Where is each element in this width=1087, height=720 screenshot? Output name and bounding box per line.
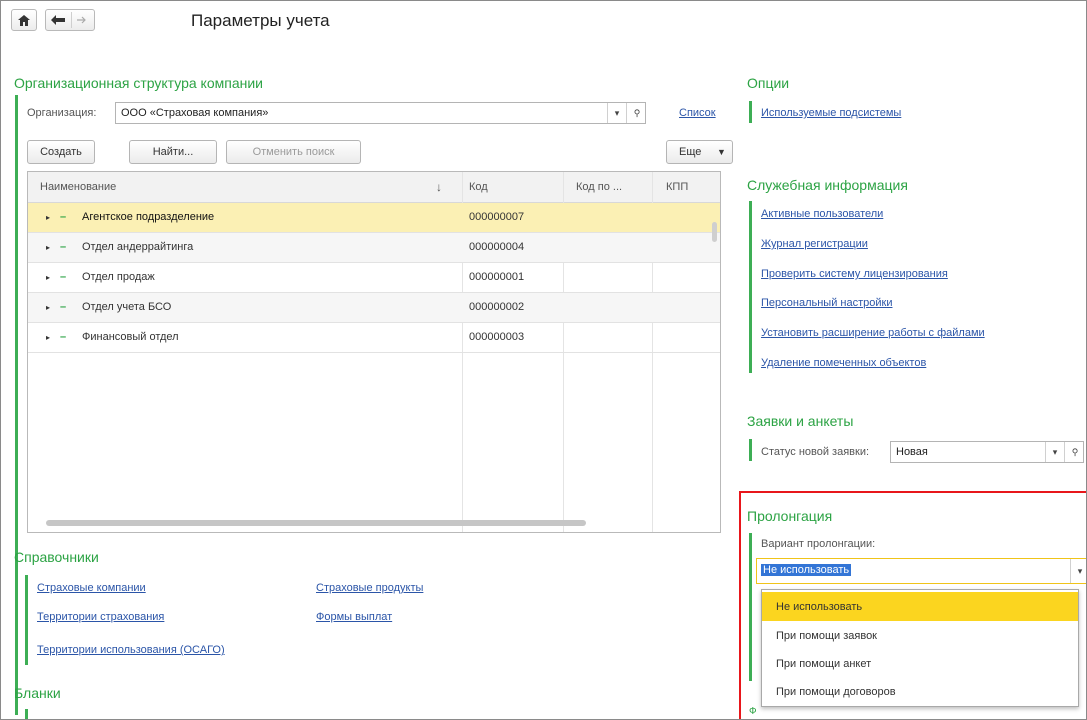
link-check-licensing[interactable]: Проверить систему лицензирования xyxy=(761,268,948,280)
link-insurance-products[interactable]: Страховые продукты xyxy=(316,582,423,594)
arrow-right-icon xyxy=(77,16,86,24)
section-bar xyxy=(15,95,18,715)
item-marker-icon: – xyxy=(60,301,67,313)
list-link[interactable]: Список xyxy=(679,107,716,119)
link-payment-forms[interactable]: Формы выплат xyxy=(316,611,392,623)
link-insurance-companies[interactable]: Страховые компании xyxy=(37,582,146,594)
variant-label: Вариант пролонгации: xyxy=(761,538,876,550)
service-info-heading: Служебная информация xyxy=(747,177,908,193)
home-icon xyxy=(18,15,30,26)
link-file-extension[interactable]: Установить расширение работы с файлами xyxy=(761,327,985,339)
link-icon[interactable]: ⚲ xyxy=(626,103,647,123)
partial-heading: Ф xyxy=(749,706,757,717)
column-header-code-by[interactable]: Код по ... xyxy=(576,181,622,193)
triangle-down-icon[interactable]: ▾ xyxy=(1045,442,1064,462)
link-insurance-territories[interactable]: Территории страхования xyxy=(37,611,164,623)
row-name: Отдел продаж xyxy=(82,271,155,283)
row-name: Отдел учета БСО xyxy=(82,301,172,313)
variant-field[interactable]: Не использовать ▾ xyxy=(756,558,1086,584)
row-code: 000000002 xyxy=(469,301,525,313)
row-name: Агентское подразделение xyxy=(82,211,215,223)
more-label: Еще xyxy=(679,146,702,158)
horizontal-scrollbar[interactable] xyxy=(46,520,586,526)
dropdown-option[interactable]: Не использовать xyxy=(762,592,1078,621)
expand-icon[interactable]: ▸ xyxy=(46,303,50,312)
dropdown-option[interactable]: При помощи анкет xyxy=(762,649,1078,678)
page-title: Параметры учета xyxy=(191,11,330,30)
link-used-subsystems[interactable]: Используемые подсистемы xyxy=(761,107,901,119)
find-button[interactable]: Найти... xyxy=(129,140,217,164)
section-bar xyxy=(749,101,752,123)
item-marker-icon: – xyxy=(60,331,67,343)
org-units-table: Наименование ↓ Код Код по ... КПП ▸ – Аг… xyxy=(27,171,721,533)
triangle-down-icon[interactable]: ▾ xyxy=(1070,559,1086,583)
table-row[interactable]: ▸ – Финансовый отдел 000000003 xyxy=(28,323,720,353)
back-button[interactable] xyxy=(46,10,71,30)
link-event-log[interactable]: Журнал регистрации xyxy=(761,238,868,250)
table-row[interactable]: ▸ – Агентское подразделение 000000007 xyxy=(28,203,720,233)
expand-icon[interactable]: ▸ xyxy=(46,273,50,282)
table-row[interactable]: ▸ – Отдел учета БСО 000000002 xyxy=(28,293,720,323)
options-heading: Опции xyxy=(747,75,790,91)
link-osago-territories[interactable]: Территории использования (ОСАГО) xyxy=(37,644,225,656)
link-delete-marked[interactable]: Удаление помеченных объектов xyxy=(761,357,926,369)
status-label: Статус новой заявки: xyxy=(761,446,870,458)
blanks-heading: Бланки xyxy=(14,685,61,701)
row-code: 000000003 xyxy=(469,331,525,343)
navigation-buttons xyxy=(45,9,95,31)
dropdown-option[interactable]: При помощи заявок xyxy=(762,621,1078,650)
prolongation-heading: Пролонгация xyxy=(747,508,833,524)
column-header-kpp[interactable]: КПП xyxy=(666,181,688,193)
expand-icon[interactable]: ▸ xyxy=(46,243,50,252)
section-bar xyxy=(749,201,752,373)
status-value: Новая xyxy=(896,446,928,458)
section-bar xyxy=(25,575,28,665)
org-value: ООО «Страховая компания» xyxy=(121,107,269,119)
column-header-code[interactable]: Код xyxy=(469,181,488,193)
link-personal-settings[interactable]: Персональный настройки xyxy=(761,297,892,309)
window: Параметры учета Организационная структур… xyxy=(0,0,1087,720)
home-button[interactable] xyxy=(11,9,37,31)
cancel-search-button[interactable]: Отменить поиск xyxy=(226,140,361,164)
column-header-name[interactable]: Наименование xyxy=(40,181,116,193)
vertical-scrollbar[interactable] xyxy=(712,222,717,242)
expand-icon[interactable]: ▸ xyxy=(46,333,50,342)
forward-button[interactable] xyxy=(72,10,95,30)
link-icon[interactable]: ⚲ xyxy=(1064,442,1085,462)
variant-dropdown-list: Не использовать При помощи заявок При по… xyxy=(761,589,1079,707)
section-bar xyxy=(25,709,28,719)
arrow-left-icon xyxy=(51,15,65,25)
triangle-down-icon: ▼ xyxy=(717,147,726,157)
row-code: 000000001 xyxy=(469,271,525,283)
row-name: Финансовый отдел xyxy=(82,331,179,343)
table-row[interactable]: ▸ – Отдел продаж 000000001 xyxy=(28,263,720,293)
row-code: 000000004 xyxy=(469,241,525,253)
row-code: 000000007 xyxy=(469,211,525,223)
more-button[interactable]: Еще ▼ xyxy=(666,140,733,164)
org-label: Организация: xyxy=(27,107,97,119)
references-heading: Справочники xyxy=(14,549,99,565)
link-active-users[interactable]: Активные пользователи xyxy=(761,208,883,220)
variant-value: Не использовать xyxy=(761,564,852,576)
item-marker-icon: – xyxy=(60,211,67,223)
row-name: Отдел андеррайтинга xyxy=(82,241,194,253)
sort-down-icon[interactable]: ↓ xyxy=(436,180,442,194)
expand-icon[interactable]: ▸ xyxy=(46,213,50,222)
status-field[interactable]: Новая ▾ ⚲ xyxy=(890,441,1084,463)
section-bar xyxy=(749,533,752,681)
org-field[interactable]: ООО «Страховая компания» ▾ ⚲ xyxy=(115,102,646,124)
table-header: Наименование ↓ Код Код по ... КПП xyxy=(28,172,720,203)
requests-heading: Заявки и анкеты xyxy=(747,413,854,429)
triangle-down-icon[interactable]: ▾ xyxy=(607,103,626,123)
item-marker-icon: – xyxy=(60,241,67,253)
item-marker-icon: – xyxy=(60,271,67,283)
table-row[interactable]: ▸ – Отдел андеррайтинга 000000004 xyxy=(28,233,720,263)
dropdown-option[interactable]: При помощи договоров xyxy=(762,677,1078,706)
create-button[interactable]: Создать xyxy=(27,140,95,164)
org-structure-heading: Организационная структура компании xyxy=(14,75,263,91)
section-bar xyxy=(749,439,752,461)
